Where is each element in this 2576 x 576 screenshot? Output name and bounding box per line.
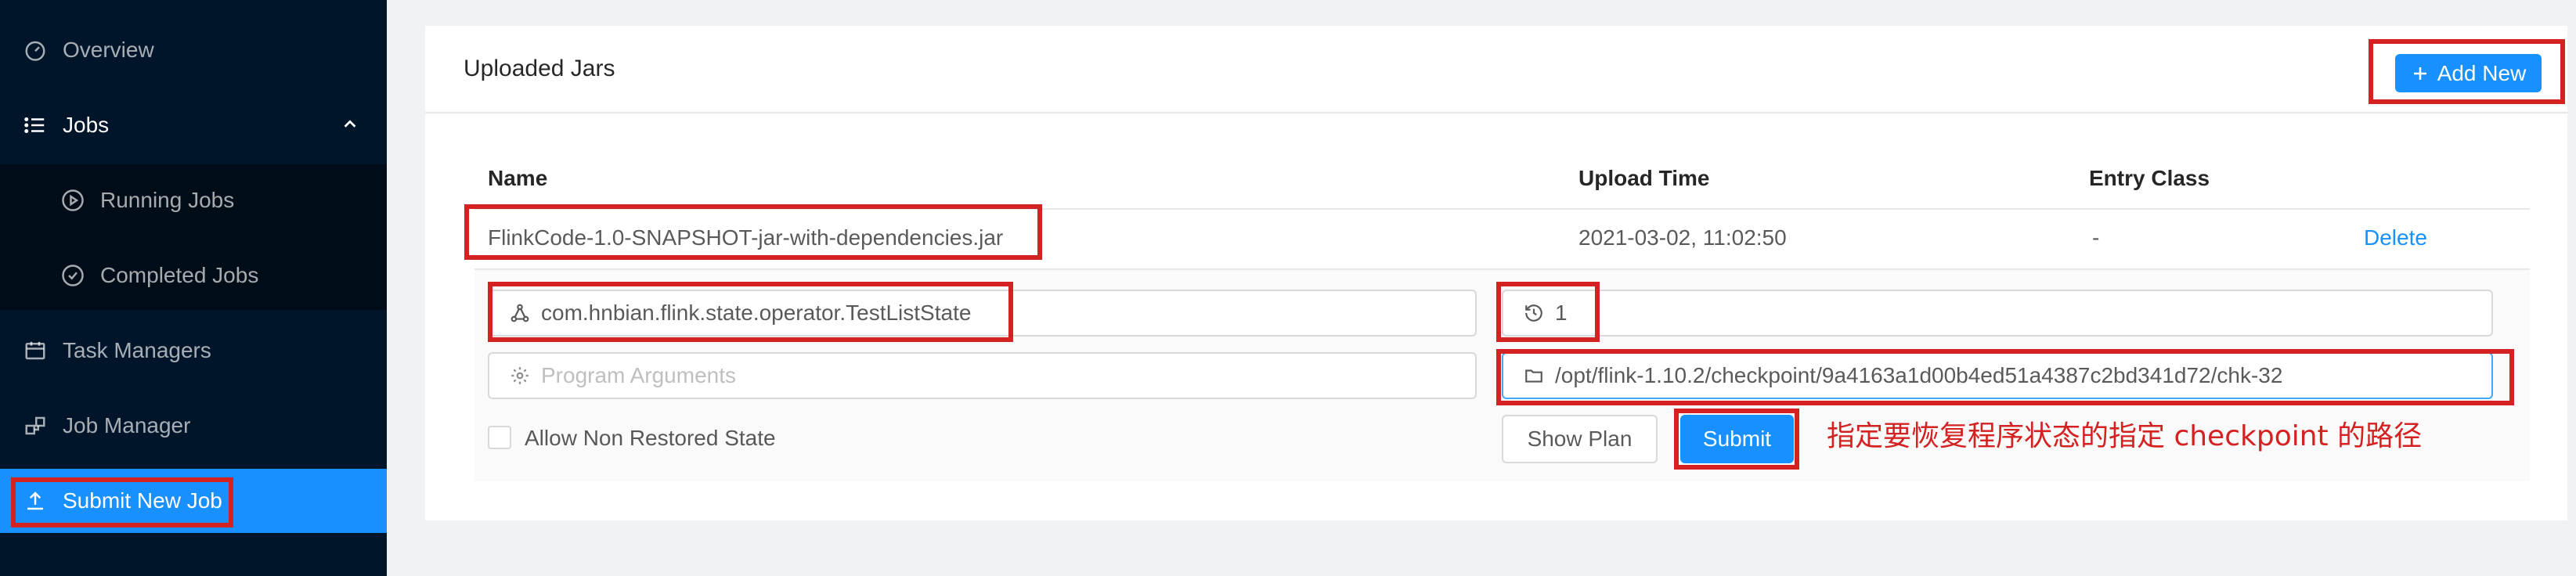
sidebar: Overview Jobs Running Jobs Completed Job… bbox=[0, 0, 387, 576]
plus-icon bbox=[2413, 67, 2426, 80]
folder-icon bbox=[1525, 369, 1542, 383]
schedule-icon bbox=[25, 341, 45, 360]
program-arguments-input[interactable]: Program Arguments bbox=[488, 352, 1477, 399]
show-plan-button[interactable]: Show Plan bbox=[1502, 415, 1658, 463]
table-divider bbox=[474, 208, 2530, 210]
column-header-upload-time: Upload Time bbox=[1578, 166, 1710, 190]
sidebar-item-task-managers[interactable]: Task Managers bbox=[0, 318, 387, 383]
sidebar-item-label: Overview bbox=[63, 38, 154, 62]
card-title: Uploaded Jars bbox=[464, 56, 615, 81]
sidebar-item-label: Running Jobs bbox=[100, 188, 235, 212]
sidebar-item-label: Jobs bbox=[63, 113, 110, 137]
upload-icon bbox=[27, 491, 43, 510]
add-new-label: Add New bbox=[2437, 60, 2527, 85]
delete-link[interactable]: Delete bbox=[2364, 225, 2427, 250]
parallelism-value: 1 bbox=[1555, 301, 1568, 325]
annotation-note: 指定要恢复程序状态的指定 checkpoint 的路径 bbox=[1827, 420, 2423, 452]
sidebar-item-running-jobs[interactable]: Running Jobs bbox=[0, 167, 387, 233]
gear-icon bbox=[511, 367, 529, 384]
chevron-up-icon bbox=[344, 120, 356, 128]
sidebar-item-jobs[interactable]: Jobs bbox=[0, 92, 387, 158]
build-icon bbox=[25, 416, 45, 435]
sidebar-item-label: Task Managers bbox=[63, 338, 211, 362]
program-arguments-placeholder: Program Arguments bbox=[541, 363, 736, 387]
check-circle-icon bbox=[62, 265, 84, 286]
savepoint-path-value: /opt/flink-1.10.2/checkpoint/9a4163a1d00… bbox=[1555, 363, 2283, 387]
savepoint-path-input[interactable]: /opt/flink-1.10.2/checkpoint/9a4163a1d00… bbox=[1502, 352, 2493, 399]
sidebar-item-label: Submit New Job bbox=[63, 488, 222, 513]
sidebar-item-completed-jobs[interactable]: Completed Jobs bbox=[0, 243, 387, 308]
submit-button[interactable]: Submit bbox=[1680, 415, 1794, 463]
sidebar-item-label: Job Manager bbox=[63, 413, 191, 437]
add-new-button[interactable]: Add New bbox=[2395, 54, 2542, 92]
entry-class-cell: - bbox=[2092, 225, 2100, 250]
cluster-icon bbox=[511, 304, 529, 322]
allow-non-restored-checkbox[interactable] bbox=[488, 426, 511, 449]
entry-class-input[interactable]: com.hnbian.flink.state.operator.TestList… bbox=[488, 290, 1477, 337]
allow-non-restored-label: Allow Non Restored State bbox=[525, 426, 776, 450]
parallelism-input[interactable]: 1 bbox=[1502, 290, 2493, 337]
list-icon bbox=[24, 117, 45, 133]
sidebar-item-job-manager[interactable]: Job Manager bbox=[0, 393, 387, 459]
history-icon bbox=[1525, 304, 1542, 322]
column-header-entry-class: Entry Class bbox=[2089, 166, 2210, 190]
column-header-name: Name bbox=[488, 166, 548, 190]
sidebar-item-submit-new-job[interactable]: Submit New Job bbox=[0, 469, 387, 533]
sidebar-item-label: Completed Jobs bbox=[100, 263, 259, 287]
sidebar-item-overview[interactable]: Overview bbox=[0, 17, 387, 83]
card-header: Uploaded Jars Add New bbox=[425, 26, 2567, 113]
dashboard-icon bbox=[25, 41, 45, 61]
jar-name-cell[interactable]: FlinkCode-1.0-SNAPSHOT-jar-with-dependen… bbox=[488, 225, 1003, 250]
upload-time-cell: 2021-03-02, 11:02:50 bbox=[1578, 225, 1787, 250]
entry-class-value: com.hnbian.flink.state.operator.TestList… bbox=[541, 301, 972, 325]
play-circle-icon bbox=[62, 189, 84, 211]
